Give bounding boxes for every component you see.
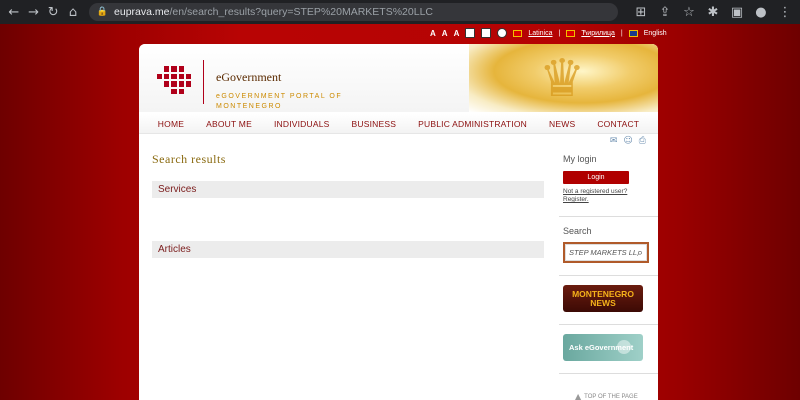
page-title: Search results — [152, 152, 226, 166]
profile-icon[interactable]: ● — [752, 3, 770, 21]
section-services: Services — [152, 181, 544, 198]
top-of-page-link[interactable]: ▲ TOP OF THE PAGE — [563, 392, 658, 400]
main-panel: eGovernment eGOVERNMENT PORTAL OF MONTEN… — [139, 44, 658, 400]
divider — [559, 373, 658, 374]
lang-separator: | — [558, 29, 561, 37]
page-background: A A A Latinica | Ћирилица | English eGov… — [0, 24, 800, 400]
flag-latin-icon — [513, 29, 523, 37]
lang-separator: | — [620, 29, 623, 37]
font-small-button[interactable]: A — [430, 29, 436, 38]
login-button[interactable]: Login — [563, 171, 629, 184]
side-panel-icon[interactable]: ▣ — [728, 3, 746, 21]
accessibility-bar: A A A Latinica | Ћирилица | English — [430, 28, 667, 38]
question-icon — [617, 340, 631, 354]
menu-icon[interactable]: ⋮ — [776, 3, 794, 21]
flag-english-icon — [628, 29, 638, 37]
nav-public-administration[interactable]: PUBLIC ADMINISTRATION — [418, 119, 527, 129]
text-version-icon[interactable] — [481, 28, 492, 38]
nav-contact[interactable]: CONTACT — [597, 119, 639, 129]
search-results-content: Search results Services Articles — [152, 152, 544, 258]
nav-individuals[interactable]: INDIVIDUALS — [274, 119, 330, 129]
search-icon[interactable]: ⌕ — [637, 246, 643, 260]
translate-icon[interactable]: ⊞ — [632, 3, 650, 21]
coat-of-arms-image: ♛ — [469, 44, 658, 112]
search-value[interactable]: STEP MARKETS LLC — [569, 248, 637, 257]
extensions-icon[interactable]: ✱ — [704, 3, 722, 21]
main-navigation: HOME ABOUT ME INDIVIDUALS BUSINESS PUBLI… — [139, 114, 658, 134]
user-icon[interactable]: ☺ — [623, 136, 632, 146]
page-tools: ✉ ☺ ⎙ — [610, 136, 646, 146]
lock-icon: 🔒 — [96, 7, 109, 17]
flag-cyrillic-icon — [566, 29, 576, 37]
reload-icon[interactable]: ↻ — [45, 3, 61, 21]
register-link[interactable]: Not a registered user? Register. — [563, 188, 643, 204]
search-title: Search — [563, 226, 592, 236]
divider — [559, 324, 658, 325]
bookmark-star-icon[interactable]: ☆ — [680, 3, 698, 21]
url-host: euprava.me — [114, 6, 170, 18]
lang-english-link[interactable]: English — [644, 30, 667, 37]
arrow-up-icon: ▲ — [575, 392, 582, 400]
logo-divider — [203, 60, 204, 104]
nav-news[interactable]: NEWS — [549, 119, 575, 129]
site-brand[interactable]: eGovernment — [216, 70, 281, 85]
share-icon[interactable]: ⇪ — [656, 3, 674, 21]
nav-home[interactable]: HOME — [158, 119, 184, 129]
forward-icon[interactable]: → — [26, 3, 42, 21]
top-of-page-label: TOP OF THE PAGE — [584, 393, 638, 400]
site-tagline: eGOVERNMENT PORTAL OF MONTENEGRO — [216, 93, 343, 110]
eagle-icon: ♛ — [538, 49, 586, 109]
nav-about-me[interactable]: ABOUT ME — [206, 119, 252, 129]
montenegro-news-banner[interactable]: MONTENEGRO NEWS — [563, 285, 643, 312]
egov-logo-icon[interactable] — [157, 66, 191, 94]
print-icon[interactable]: ⎙ — [639, 136, 646, 146]
home-icon[interactable]: ⌂ — [65, 3, 81, 21]
address-bar[interactable]: 🔒 euprava.me/en/search_results?query=STE… — [88, 3, 618, 21]
email-icon[interactable]: ✉ — [610, 136, 618, 146]
sidebar: My login Login Not a registered user? Re… — [559, 154, 658, 400]
lang-latin-link[interactable]: Latinica — [528, 30, 552, 37]
browser-toolbar: ← → ↻ ⌂ 🔒 euprava.me/en/search_results?q… — [0, 0, 800, 24]
accessibility-icon[interactable] — [497, 28, 508, 38]
section-articles: Articles — [152, 241, 544, 258]
font-large-button[interactable]: A — [454, 29, 460, 38]
site-header: eGovernment eGOVERNMENT PORTAL OF MONTEN… — [139, 44, 658, 112]
divider — [559, 216, 658, 217]
nav-business[interactable]: BUSINESS — [352, 119, 397, 129]
print-version-icon[interactable] — [465, 28, 476, 38]
font-medium-button[interactable]: A — [442, 29, 448, 38]
lang-cyrillic-link[interactable]: Ћирилица — [581, 30, 615, 37]
login-title: My login — [563, 154, 597, 164]
back-icon[interactable]: ← — [6, 3, 22, 21]
search-input[interactable]: STEP MARKETS LLC ⌕ — [563, 242, 649, 263]
ask-egovernment-banner[interactable]: Ask eGovernment — [563, 334, 643, 361]
divider — [559, 275, 658, 276]
url-path: /en/search_results?query=STEP%20MARKETS%… — [169, 6, 433, 18]
